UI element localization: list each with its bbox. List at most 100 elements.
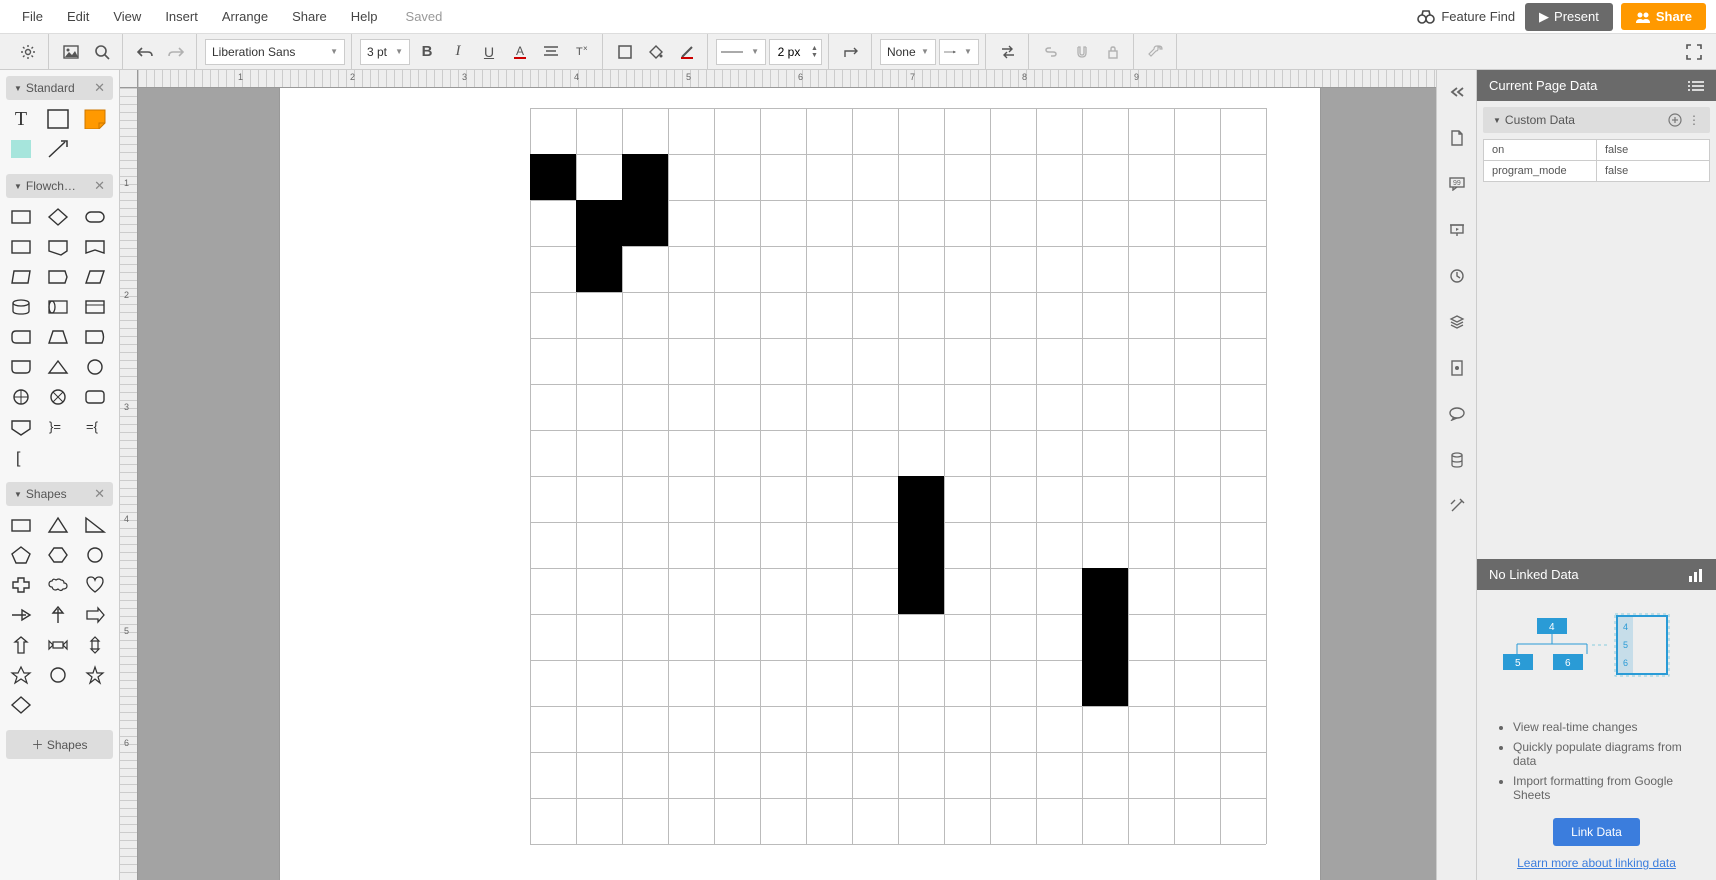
- font-select[interactable]: Liberation Sans: [205, 39, 345, 65]
- add-shapes-button[interactable]: ＋ Shapes: [6, 730, 113, 759]
- flowchart-shape[interactable]: [80, 204, 110, 230]
- close-icon[interactable]: ✕: [94, 80, 105, 96]
- menu-file[interactable]: File: [10, 3, 55, 30]
- data-row[interactable]: on false: [1483, 139, 1710, 161]
- basic-shape[interactable]: [6, 572, 36, 598]
- hotspot-shape[interactable]: [6, 136, 36, 162]
- basic-shape[interactable]: [6, 632, 36, 658]
- menu-insert[interactable]: Insert: [153, 3, 210, 30]
- rect-shape[interactable]: [43, 106, 73, 132]
- flowchart-shape[interactable]: [80, 264, 110, 290]
- flowchart-shape[interactable]: [43, 264, 73, 290]
- flowchart-shape[interactable]: ={: [80, 414, 110, 440]
- flowchart-shape[interactable]: [6, 354, 36, 380]
- flowchart-shape[interactable]: [: [6, 444, 36, 470]
- flowchart-shape[interactable]: [6, 204, 36, 230]
- flowchart-shape[interactable]: }=: [43, 414, 73, 440]
- black-cell[interactable]: [622, 200, 668, 246]
- search-icon[interactable]: [88, 38, 116, 66]
- arrow-end-select[interactable]: [939, 39, 979, 65]
- line-color-icon[interactable]: [673, 38, 701, 66]
- text-shape[interactable]: T: [6, 106, 36, 132]
- presentation-icon[interactable]: [1443, 216, 1471, 244]
- layers-icon[interactable]: [1443, 308, 1471, 336]
- document-icon[interactable]: [1443, 354, 1471, 382]
- flowchart-shape[interactable]: [80, 384, 110, 410]
- link-icon[interactable]: [1037, 38, 1065, 66]
- close-icon[interactable]: ✕: [94, 178, 105, 194]
- flowchart-shape[interactable]: [43, 204, 73, 230]
- add-icon[interactable]: [1668, 113, 1682, 127]
- black-cell[interactable]: [1082, 568, 1128, 614]
- flowchart-shape[interactable]: [43, 234, 73, 260]
- history-icon[interactable]: [1443, 262, 1471, 290]
- basic-shape[interactable]: [43, 662, 73, 688]
- basic-shape[interactable]: [6, 602, 36, 628]
- black-cell[interactable]: [576, 200, 622, 246]
- magic-icon[interactable]: [1443, 492, 1471, 520]
- wrench-icon[interactable]: [1142, 38, 1170, 66]
- basic-shape[interactable]: [80, 512, 110, 538]
- basic-shape[interactable]: [43, 542, 73, 568]
- flowchart-shape[interactable]: [80, 294, 110, 320]
- basic-shape[interactable]: [43, 602, 73, 628]
- flowchart-shape[interactable]: [6, 414, 36, 440]
- basic-shape[interactable]: [80, 632, 110, 658]
- flowchart-shape[interactable]: [6, 264, 36, 290]
- page[interactable]: [280, 88, 1320, 880]
- basic-shape[interactable]: [6, 512, 36, 538]
- basic-shape[interactable]: [80, 602, 110, 628]
- arrow-shape[interactable]: [43, 136, 73, 162]
- basic-shape[interactable]: [6, 542, 36, 568]
- database-icon[interactable]: [1443, 446, 1471, 474]
- bold-icon[interactable]: B: [413, 38, 441, 66]
- underline-icon[interactable]: U: [475, 38, 503, 66]
- link-data-button[interactable]: Link Data: [1553, 818, 1640, 846]
- gear-icon[interactable]: [14, 38, 42, 66]
- close-icon[interactable]: ✕: [94, 486, 105, 502]
- present-button[interactable]: ▶ Present: [1525, 3, 1613, 31]
- expand-panel-icon[interactable]: [1443, 78, 1471, 106]
- basic-shape[interactable]: [6, 692, 36, 718]
- menu-help[interactable]: Help: [339, 3, 390, 30]
- basic-shape[interactable]: [43, 632, 73, 658]
- flowchart-group-header[interactable]: ▼ Flowch… ✕: [6, 174, 113, 198]
- comment-icon[interactable]: 99: [1443, 170, 1471, 198]
- redo-icon[interactable]: [162, 38, 190, 66]
- line-width-spinner[interactable]: ▲▼: [769, 39, 822, 65]
- flowchart-shape[interactable]: [43, 324, 73, 350]
- standard-group-header[interactable]: ▼ Standard ✕: [6, 76, 113, 100]
- canvas[interactable]: 123456789 123456: [120, 70, 1436, 880]
- fill-color-icon[interactable]: [642, 38, 670, 66]
- shapes-group-header[interactable]: ▼ Shapes ✕: [6, 482, 113, 506]
- more-icon[interactable]: ⋮: [1688, 113, 1700, 127]
- undo-icon[interactable]: [131, 38, 159, 66]
- note-shape[interactable]: [80, 106, 110, 132]
- menu-arrange[interactable]: Arrange: [210, 3, 280, 30]
- chat-icon[interactable]: [1443, 400, 1471, 428]
- image-icon[interactable]: [57, 38, 85, 66]
- basic-shape[interactable]: [80, 542, 110, 568]
- chart-icon[interactable]: [1688, 568, 1704, 582]
- flowchart-shape[interactable]: [6, 324, 36, 350]
- magnet-icon[interactable]: [1068, 38, 1096, 66]
- flowchart-shape[interactable]: [6, 384, 36, 410]
- basic-shape[interactable]: [80, 662, 110, 688]
- swap-icon[interactable]: [994, 38, 1022, 66]
- align-icon[interactable]: [537, 38, 565, 66]
- feature-find-button[interactable]: Feature Find: [1417, 9, 1515, 24]
- italic-icon[interactable]: I: [444, 38, 472, 66]
- black-cell[interactable]: [622, 154, 668, 200]
- data-row[interactable]: program_mode false: [1483, 160, 1710, 182]
- basic-shape[interactable]: [43, 572, 73, 598]
- menu-edit[interactable]: Edit: [55, 3, 101, 30]
- border-color-icon[interactable]: [611, 38, 639, 66]
- basic-shape[interactable]: [6, 662, 36, 688]
- flowchart-shape[interactable]: [43, 354, 73, 380]
- black-cell[interactable]: [898, 522, 944, 568]
- black-cell[interactable]: [898, 476, 944, 522]
- black-cell[interactable]: [898, 568, 944, 614]
- line-style-select[interactable]: [716, 39, 766, 65]
- flowchart-shape[interactable]: [80, 324, 110, 350]
- flowchart-shape[interactable]: [43, 384, 73, 410]
